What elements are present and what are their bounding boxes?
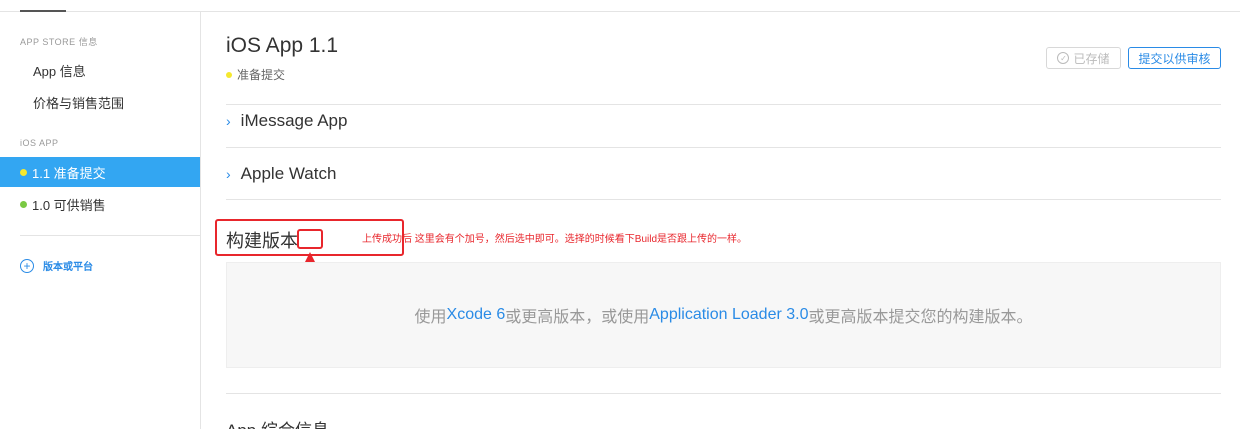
build-message-text-2: 或更高版本，或使用	[505, 309, 650, 326]
section-label: Apple Watch	[240, 164, 337, 183]
build-message-text-3: 或更高版本提交您的构建版本。	[808, 309, 1033, 326]
build-upload-area: 使用 Xcode 6 或更高版本，或使用 Application Loader …	[226, 262, 1221, 368]
annotation-plus-placeholder-box	[297, 229, 323, 249]
sidebar-heading-ios-app: iOS APP	[20, 138, 59, 148]
section-label: iMessage App	[240, 111, 348, 130]
sidebar: APP STORE 信息 App 信息 价格与销售范围 iOS APP 1.1 …	[0, 12, 201, 429]
build-message-text-1: 使用	[414, 309, 447, 326]
divider	[226, 393, 1221, 394]
status-dot-yellow	[20, 168, 27, 176]
status-line: 准备提交	[226, 66, 285, 83]
sidebar-item-label: 1.0 可供销售	[32, 197, 106, 213]
chevron-right-icon: ›	[226, 113, 231, 129]
saved-label: 已存储	[1073, 51, 1110, 66]
status-text: 准备提交	[237, 68, 286, 82]
sidebar-item-label: 1.1 准备提交	[32, 165, 106, 181]
status-dot-green	[20, 200, 27, 208]
add-version-or-platform-button[interactable]: + 版本或平台	[20, 258, 93, 273]
section-imessage-app[interactable]: › iMessage App	[226, 111, 347, 131]
divider	[226, 147, 1221, 148]
annotation-note: 上传成功后 这里会有个加号，然后选中即可。选择的时候看下Build是否跟上传的一…	[362, 234, 748, 245]
status-dot-yellow	[226, 71, 232, 78]
sidebar-item-app-info[interactable]: App 信息	[0, 55, 200, 85]
plus-circle-icon: +	[20, 258, 34, 273]
page-title: iOS App 1.1	[226, 34, 339, 57]
check-circle-icon: ✓	[1057, 52, 1070, 64]
sidebar-item-version-1-0[interactable]: 1.0 可供销售	[0, 189, 200, 219]
saved-button[interactable]: ✓ 已存储	[1046, 47, 1121, 69]
sidebar-divider	[20, 235, 200, 236]
add-version-label: 版本或平台	[43, 262, 93, 273]
main-content: iOS App 1.1 准备提交 ✓ 已存储 提交以供审核 › iMessage…	[215, 0, 1221, 429]
sidebar-item-version-1-1[interactable]: 1.1 准备提交	[0, 157, 200, 187]
divider	[226, 104, 1221, 105]
app-general-info-title: App 综合信息	[226, 416, 329, 429]
sidebar-heading-app-store: APP STORE 信息	[20, 37, 98, 47]
submit-for-review-button[interactable]: 提交以供审核	[1128, 47, 1221, 69]
chevron-right-icon: ›	[226, 166, 231, 182]
divider	[226, 199, 1221, 200]
sidebar-item-pricing[interactable]: 价格与销售范围	[0, 87, 200, 117]
section-apple-watch[interactable]: › Apple Watch	[226, 164, 336, 184]
application-loader-link[interactable]: Application Loader 3.0	[649, 306, 808, 324]
xcode-link[interactable]: Xcode 6	[447, 306, 506, 324]
